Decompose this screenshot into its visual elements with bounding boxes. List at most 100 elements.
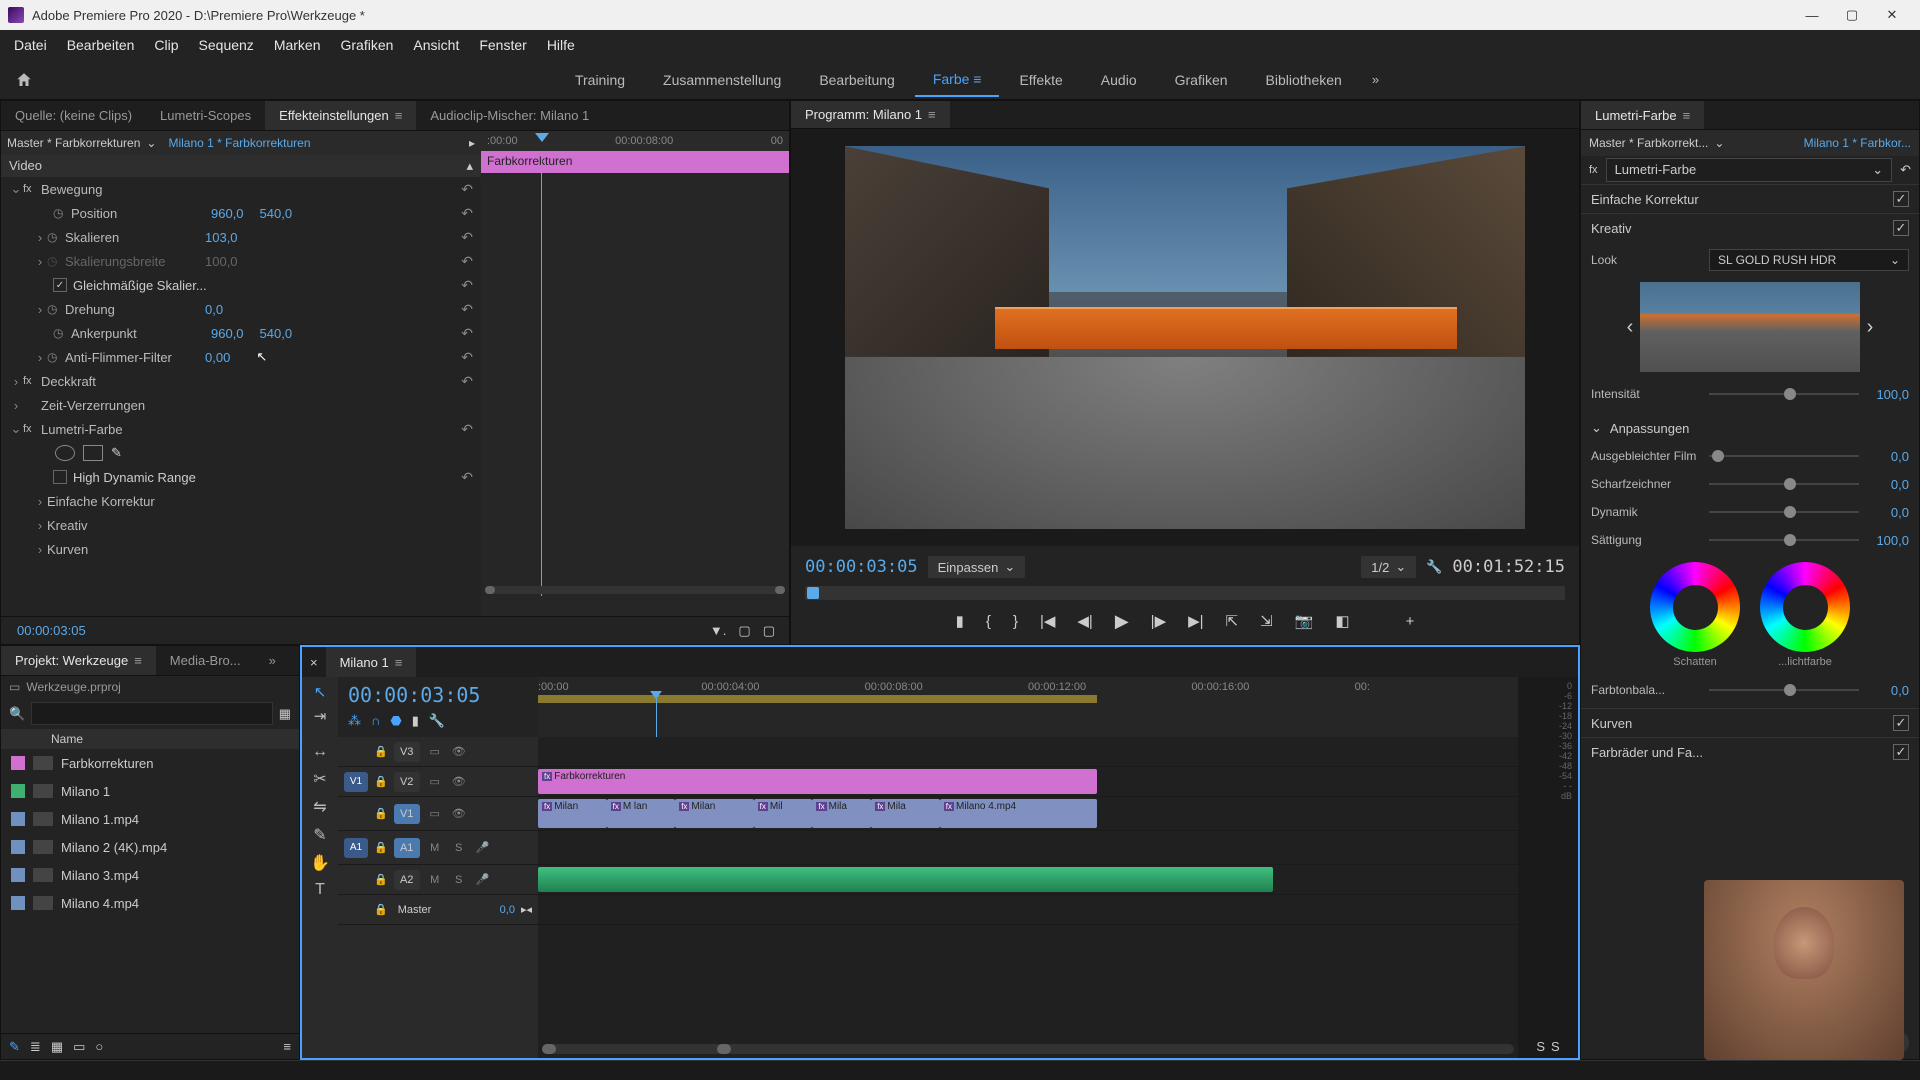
- reset-button[interactable]: ↶: [461, 205, 473, 222]
- tab-quelle[interactable]: Quelle: (keine Clips): [1, 101, 146, 130]
- reset-button[interactable]: ↶: [461, 421, 473, 438]
- expand-toggle[interactable]: ›: [33, 254, 47, 269]
- razor-tool[interactable]: ✂: [313, 769, 326, 789]
- lift-button[interactable]: ⇱: [1222, 608, 1243, 634]
- section-checkbox[interactable]: ✓: [1893, 191, 1909, 207]
- tab-overflow[interactable]: »: [255, 646, 290, 675]
- play-button[interactable]: ▶: [1111, 607, 1133, 636]
- toggle-eye[interactable]: 👁: [450, 775, 468, 788]
- expand-toggle[interactable]: ⌄: [9, 421, 23, 437]
- tab-lumetri-scopes[interactable]: Lumetri-Scopes: [146, 101, 265, 130]
- menu-hilfe[interactable]: Hilfe: [537, 37, 585, 53]
- snap-button[interactable]: ⁂: [348, 713, 361, 729]
- src-v1[interactable]: V1: [344, 772, 368, 792]
- lum-einfache[interactable]: Einfache Korrektur: [1591, 192, 1699, 207]
- project-item[interactable]: Milano 1.mp4: [1, 805, 299, 833]
- toggle-output[interactable]: ▭: [426, 745, 444, 758]
- tab-media-browser[interactable]: Media-Bro...: [156, 646, 255, 675]
- fit-dropdown[interactable]: Einpassen⌄: [928, 556, 1026, 578]
- dynamik-slider[interactable]: [1709, 511, 1859, 513]
- fx-badge-icon[interactable]: fx: [23, 183, 41, 195]
- menu-bearbeiten[interactable]: Bearbeiten: [57, 37, 145, 53]
- solo-button[interactable]: S: [450, 874, 468, 886]
- track-lane-a1[interactable]: [538, 831, 1518, 865]
- project-search-input[interactable]: [31, 702, 273, 725]
- anchor-x[interactable]: 960,0: [211, 326, 244, 341]
- program-preview[interactable]: [845, 146, 1525, 529]
- menu-grafiken[interactable]: Grafiken: [331, 37, 404, 53]
- intensity-slider[interactable]: [1709, 393, 1859, 395]
- clip-adjustment[interactable]: fxFarbkorrekturen: [538, 769, 1097, 794]
- icon-view-button[interactable]: ≣: [30, 1039, 41, 1055]
- footer-btn[interactable]: ○: [95, 1039, 103, 1054]
- saettigung-value[interactable]: 100,0: [1867, 533, 1909, 548]
- voice-over-button[interactable]: 🎤: [474, 841, 492, 854]
- look-dropdown[interactable]: SL GOLD RUSH HDR⌄: [1709, 249, 1909, 271]
- reset-button[interactable]: ↶: [461, 373, 473, 390]
- window-maximize-button[interactable]: ▢: [1832, 0, 1872, 30]
- flimmer-value[interactable]: 0,00: [205, 350, 230, 365]
- program-scrubber[interactable]: [805, 586, 1565, 600]
- mark-in-button[interactable]: {: [982, 609, 995, 634]
- track-lane-a2[interactable]: [538, 865, 1518, 895]
- scale-value[interactable]: 103,0: [205, 230, 238, 245]
- add-marker-button[interactable]: ▮: [952, 608, 968, 634]
- lock-icon[interactable]: 🔒: [374, 775, 388, 788]
- track-v1[interactable]: V1: [394, 804, 420, 824]
- section-checkbox[interactable]: ✓: [1893, 744, 1909, 760]
- stopwatch-icon[interactable]: ◷: [53, 206, 71, 220]
- lock-icon[interactable]: 🔒: [374, 841, 388, 854]
- rotation-value[interactable]: 0,0: [205, 302, 223, 317]
- clip-video[interactable]: fxMilan: [538, 799, 607, 828]
- clip-video[interactable]: fxMil: [754, 799, 813, 828]
- mark-out-button[interactable]: }: [1009, 609, 1022, 634]
- fx-badge-icon[interactable]: fx: [1589, 164, 1598, 176]
- reset-button[interactable]: ↶: [461, 301, 473, 318]
- expand-toggle[interactable]: ›: [9, 398, 23, 413]
- workspace-farbe[interactable]: Farbe ≡: [915, 63, 1000, 97]
- look-next-button[interactable]: ›: [1860, 316, 1880, 339]
- comparison-button[interactable]: ◧: [1331, 608, 1353, 634]
- toggle-eye[interactable]: 👁: [450, 807, 468, 820]
- ec-btn-1[interactable]: ▢: [732, 623, 756, 639]
- lum-kurven[interactable]: Kurven: [1591, 716, 1632, 731]
- ec-timecode[interactable]: 00:00:03:05: [9, 619, 94, 642]
- section-checkbox[interactable]: ✓: [1893, 220, 1909, 236]
- menu-marken[interactable]: Marken: [264, 37, 331, 53]
- expand-toggle[interactable]: ›: [33, 542, 47, 557]
- mask-ellipse-button[interactable]: [55, 445, 75, 461]
- workspace-grafiken[interactable]: Grafiken: [1157, 64, 1246, 96]
- tab-projekt[interactable]: Projekt: Werkzeuge ≡: [1, 646, 156, 675]
- timeline-zoom-scroll[interactable]: [542, 1044, 1514, 1054]
- expand-toggle[interactable]: ›: [33, 302, 47, 317]
- play-icon[interactable]: ▸: [469, 136, 475, 150]
- slip-tool[interactable]: ⇋: [313, 797, 326, 817]
- stopwatch-icon[interactable]: ◷: [53, 326, 71, 340]
- add-marker-button[interactable]: ⬣: [390, 713, 401, 729]
- reset-button[interactable]: ↶: [461, 469, 473, 486]
- reset-button[interactable]: ↶: [461, 229, 473, 246]
- filter-icon[interactable]: ▼.: [704, 623, 732, 638]
- tl-settings-button[interactable]: 🔧: [429, 713, 445, 729]
- menu-fenster[interactable]: Fenster: [469, 37, 536, 53]
- collapse-icon[interactable]: ▴: [466, 158, 473, 174]
- ec-deckkraft[interactable]: Deckkraft: [41, 374, 181, 389]
- extract-button[interactable]: ⇲: [1256, 608, 1277, 634]
- home-button[interactable]: [12, 68, 36, 92]
- lock-icon[interactable]: 🔒: [374, 807, 388, 820]
- workspace-bearbeitung[interactable]: Bearbeitung: [801, 64, 913, 96]
- timeline-timecode[interactable]: 00:00:03:05: [348, 683, 528, 707]
- lock-icon[interactable]: 🔒: [374, 903, 388, 916]
- step-forward-button[interactable]: |▶: [1147, 608, 1170, 634]
- workspace-audio[interactable]: Audio: [1083, 64, 1155, 96]
- workspace-overflow-button[interactable]: »: [1362, 72, 1389, 87]
- film-slider[interactable]: [1709, 455, 1859, 457]
- search-icon[interactable]: 🔍: [9, 706, 25, 722]
- clip-video[interactable]: fxMila: [812, 799, 871, 828]
- reset-button[interactable]: ↶: [461, 181, 473, 198]
- stopwatch-icon[interactable]: ◷: [47, 230, 65, 244]
- menu-datei[interactable]: Datei: [4, 37, 57, 53]
- track-select-tool[interactable]: ⇥: [314, 707, 327, 725]
- burger-icon[interactable]: ≡: [928, 107, 936, 122]
- tab-sequence[interactable]: Milano 1 ≡: [326, 647, 417, 677]
